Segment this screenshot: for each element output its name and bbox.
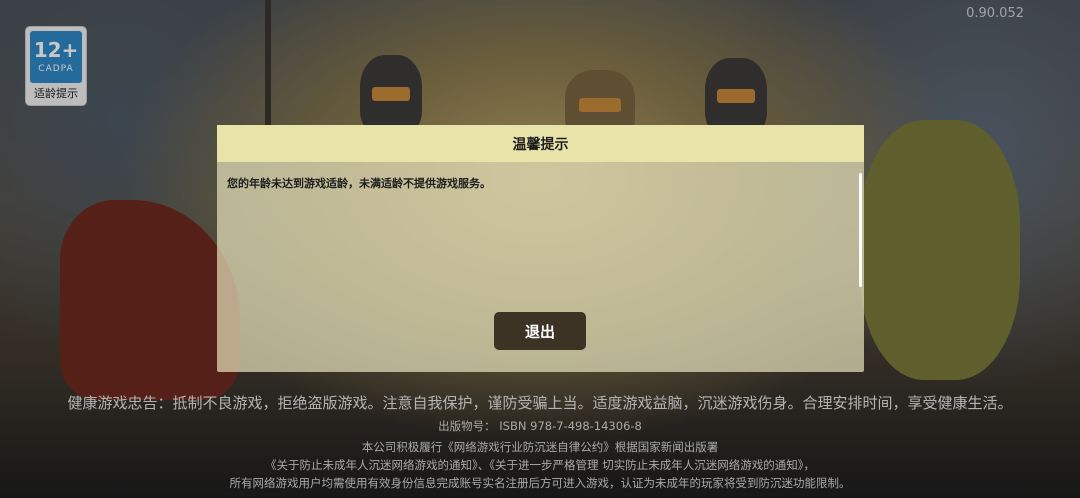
dialog-title: 温馨提示 xyxy=(512,136,569,153)
age-warning-dialog: 温馨提示 您的年龄未达到游戏适龄，未满适龄不提供游戏服务。 退出 xyxy=(217,125,864,372)
exit-button[interactable]: 退出 xyxy=(494,312,586,350)
dialog-message: 您的年龄未达到游戏适龄，未满适龄不提供游戏服务。 xyxy=(227,177,491,190)
dialog-scrollbar[interactable] xyxy=(859,173,862,287)
dialog-title-bar: 温馨提示 xyxy=(217,125,864,162)
